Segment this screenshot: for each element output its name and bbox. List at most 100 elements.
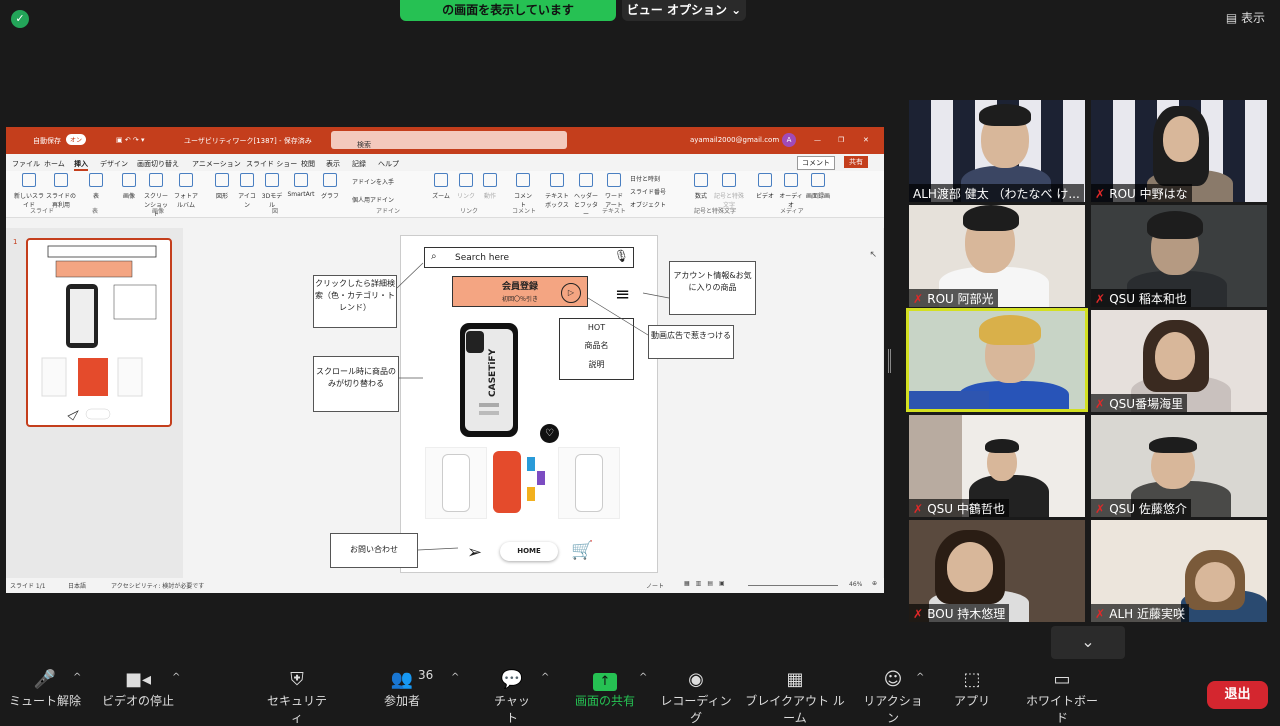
unmute-button[interactable]: 🎤 ミュート解除 bbox=[8, 668, 82, 709]
chat-chevron[interactable]: ^ bbox=[541, 672, 549, 683]
video-tile-6[interactable]: ✗ QSU番場海里 bbox=[1091, 310, 1267, 412]
splitter-handle[interactable] bbox=[888, 349, 891, 373]
photo-album-button[interactable]: フォトアルバム bbox=[172, 173, 200, 209]
share-button[interactable]: 共有 bbox=[844, 156, 868, 168]
tab-animations[interactable]: アニメーション bbox=[192, 159, 241, 169]
my-addins-button[interactable]: 個人用アドイン bbox=[352, 195, 394, 204]
tab-record[interactable]: 記録 bbox=[352, 159, 366, 169]
security-button[interactable]: ⛨ セキュリティ bbox=[266, 668, 328, 726]
tab-slideshow[interactable]: スライド ショー bbox=[246, 159, 297, 169]
whiteboard-button[interactable]: ▭ ホワイトボード bbox=[1024, 668, 1100, 726]
pictures-button[interactable]: 画像 bbox=[118, 173, 140, 200]
tab-home[interactable]: ホーム bbox=[44, 159, 65, 169]
smartart-button[interactable]: SmartArt bbox=[286, 173, 316, 198]
video-insert-button[interactable]: ビデオ bbox=[754, 173, 776, 200]
wordart-button[interactable]: ワードアート bbox=[602, 173, 626, 209]
equation-button[interactable]: 数式 bbox=[690, 173, 712, 200]
star-icon bbox=[483, 173, 497, 187]
display-button[interactable]: ▤ 表示 bbox=[1226, 9, 1265, 26]
chat-button[interactable]: 💬 チャット bbox=[490, 668, 534, 726]
audio-button[interactable]: オーディオ bbox=[778, 173, 804, 209]
video-tile-9[interactable]: ✗ BOU 持木悠理 bbox=[909, 520, 1085, 622]
zoom-slider[interactable] bbox=[748, 585, 838, 586]
video-tile-7[interactable]: ✗ QSU 中鶴哲也 bbox=[909, 415, 1085, 517]
reactions-chevron[interactable]: ^ bbox=[916, 672, 924, 683]
tab-help[interactable]: ヘルプ bbox=[378, 159, 399, 169]
apps-button[interactable]: ⬚ アプリ bbox=[952, 668, 992, 709]
notes-button[interactable]: ノート bbox=[646, 581, 664, 590]
minimize-icon[interactable]: — bbox=[814, 136, 821, 144]
shield-icon: ⛨ bbox=[290, 669, 304, 690]
video-tile-8[interactable]: ✗ QSU 佐藤悠介 bbox=[1091, 415, 1267, 517]
close-icon[interactable]: ✕ bbox=[863, 136, 869, 144]
chat-icon: 💬 bbox=[500, 669, 524, 690]
new-slide-button[interactable]: 新しいスライド bbox=[14, 173, 44, 209]
object-button[interactable]: オブジェクト bbox=[630, 200, 666, 209]
comment-insert-button[interactable]: コメント bbox=[512, 173, 534, 209]
video-tile-4[interactable]: ✗ QSU 稲本和也 bbox=[1091, 205, 1267, 307]
encryption-shield-icon[interactable]: ✓ bbox=[11, 10, 29, 28]
record-button[interactable]: ◉ レコーディング bbox=[660, 668, 732, 726]
view-buttons-icon[interactable]: ▦▥▤▣ bbox=[684, 580, 731, 587]
textbox-button[interactable]: テキストボックス bbox=[544, 173, 570, 209]
video-tile-3[interactable]: ✗ ROU 阿部光 bbox=[909, 205, 1085, 307]
tab-transitions[interactable]: 画面切り替え bbox=[137, 159, 179, 169]
slide-number-button[interactable]: スライド番号 bbox=[630, 187, 666, 196]
3d-models-button[interactable]: 3Dモデル bbox=[260, 173, 284, 209]
participants-chevron[interactable]: ^ bbox=[451, 672, 459, 683]
tab-design[interactable]: デザイン bbox=[100, 159, 128, 169]
gallery-next-page-button[interactable]: ⌄ bbox=[1051, 626, 1125, 659]
comment-button[interactable]: コメント bbox=[797, 156, 835, 170]
new-slide-icon bbox=[22, 173, 36, 187]
file-name[interactable]: ユーザビリティワーク[1387] - 保存済み bbox=[184, 136, 312, 146]
icons-button[interactable]: アイコン bbox=[236, 173, 258, 209]
action-button[interactable]: 動作 bbox=[480, 173, 500, 200]
audio-options-chevron[interactable]: ^ bbox=[73, 672, 81, 683]
fit-slide-icon[interactable]: ⊕ bbox=[872, 580, 877, 587]
restore-icon[interactable]: ❐ bbox=[838, 136, 844, 144]
link-button[interactable]: リンク bbox=[456, 173, 476, 200]
reactions-button[interactable]: ☺ リアクション bbox=[862, 668, 924, 726]
tab-insert[interactable]: 挿入 bbox=[74, 159, 88, 171]
chart-button[interactable]: グラフ bbox=[320, 173, 340, 200]
callout-connectors bbox=[396, 262, 670, 551]
autosave-toggle[interactable]: オン bbox=[66, 134, 87, 145]
chart-icon bbox=[323, 173, 337, 187]
ppt-search-box[interactable]: 検索 bbox=[331, 131, 567, 149]
zoom-button[interactable]: ズーム bbox=[430, 173, 452, 200]
video-options-chevron[interactable]: ^ bbox=[172, 672, 180, 683]
screen-recording-button[interactable]: 画面録画 bbox=[806, 173, 830, 200]
slide-canvas[interactable]: ⌕ Search here 🎙 会員登録 初回〇％引き ▷ ≡ CASETiFY bbox=[183, 228, 883, 578]
tab-file[interactable]: ファイル bbox=[12, 159, 40, 169]
video-tile-1[interactable]: ALH渡部 健太 （わたなべ け... bbox=[909, 100, 1085, 202]
date-time-button[interactable]: 日付と時刻 bbox=[630, 174, 660, 183]
table-button[interactable]: 表 bbox=[86, 173, 106, 200]
shapes-button[interactable]: 図形 bbox=[212, 173, 232, 200]
header-footer-button[interactable]: ヘッダーとフッター bbox=[572, 173, 600, 218]
ribbon-insert: 新しいスライド スライドの再利用 表 画像 スクリーンショット フォトアルバム … bbox=[6, 171, 884, 218]
view-options-button[interactable]: ビュー オプション ⌄ bbox=[622, 0, 746, 21]
participant-name: ✗ QSU 中鶴哲也 bbox=[909, 499, 1009, 517]
share-chevron[interactable]: ^ bbox=[639, 672, 647, 683]
video-tile-10[interactable]: ✗ ALH 近藤実咲 bbox=[1091, 520, 1267, 622]
status-zoom[interactable]: 46% bbox=[849, 581, 862, 588]
breakout-rooms-button[interactable]: ▦ ブレイクアウト ルーム bbox=[742, 668, 848, 726]
video-tile-2[interactable]: ✗ ROU 中野はな bbox=[1091, 100, 1267, 202]
get-addins-button[interactable]: アドインを入手 bbox=[352, 177, 394, 186]
status-accessibility[interactable]: アクセシビリティ: 検討が必要です bbox=[111, 581, 204, 590]
slide-thumbnail[interactable] bbox=[26, 238, 172, 427]
ppt-title-bar: 自動保存 オン ▣ ↶ ↷ ▾ ユーザビリティワーク[1387] - 保存済み … bbox=[6, 127, 884, 154]
symbol-button[interactable]: 記号と特殊文字 bbox=[714, 173, 744, 209]
participants-count: 36 bbox=[418, 668, 434, 682]
share-screen-button[interactable]: ↑ 画面の共有 bbox=[574, 668, 636, 709]
mic-muted-icon: ✗ bbox=[1095, 397, 1110, 411]
quick-access-icons[interactable]: ▣ ↶ ↷ ▾ bbox=[116, 136, 145, 144]
account-avatar[interactable]: A bbox=[782, 133, 796, 147]
video-tile-5-active-speaker[interactable] bbox=[906, 308, 1088, 412]
participant-name: ✗ QSU番場海里 bbox=[1091, 394, 1188, 412]
tab-review[interactable]: 校閲 bbox=[301, 159, 315, 169]
tab-view[interactable]: 表示 bbox=[326, 159, 340, 169]
leave-button[interactable]: 退出 bbox=[1207, 681, 1268, 709]
reuse-slides-button[interactable]: スライドの再利用 bbox=[46, 173, 76, 209]
stop-video-button[interactable]: ■◂ ビデオの停止 bbox=[100, 668, 176, 709]
